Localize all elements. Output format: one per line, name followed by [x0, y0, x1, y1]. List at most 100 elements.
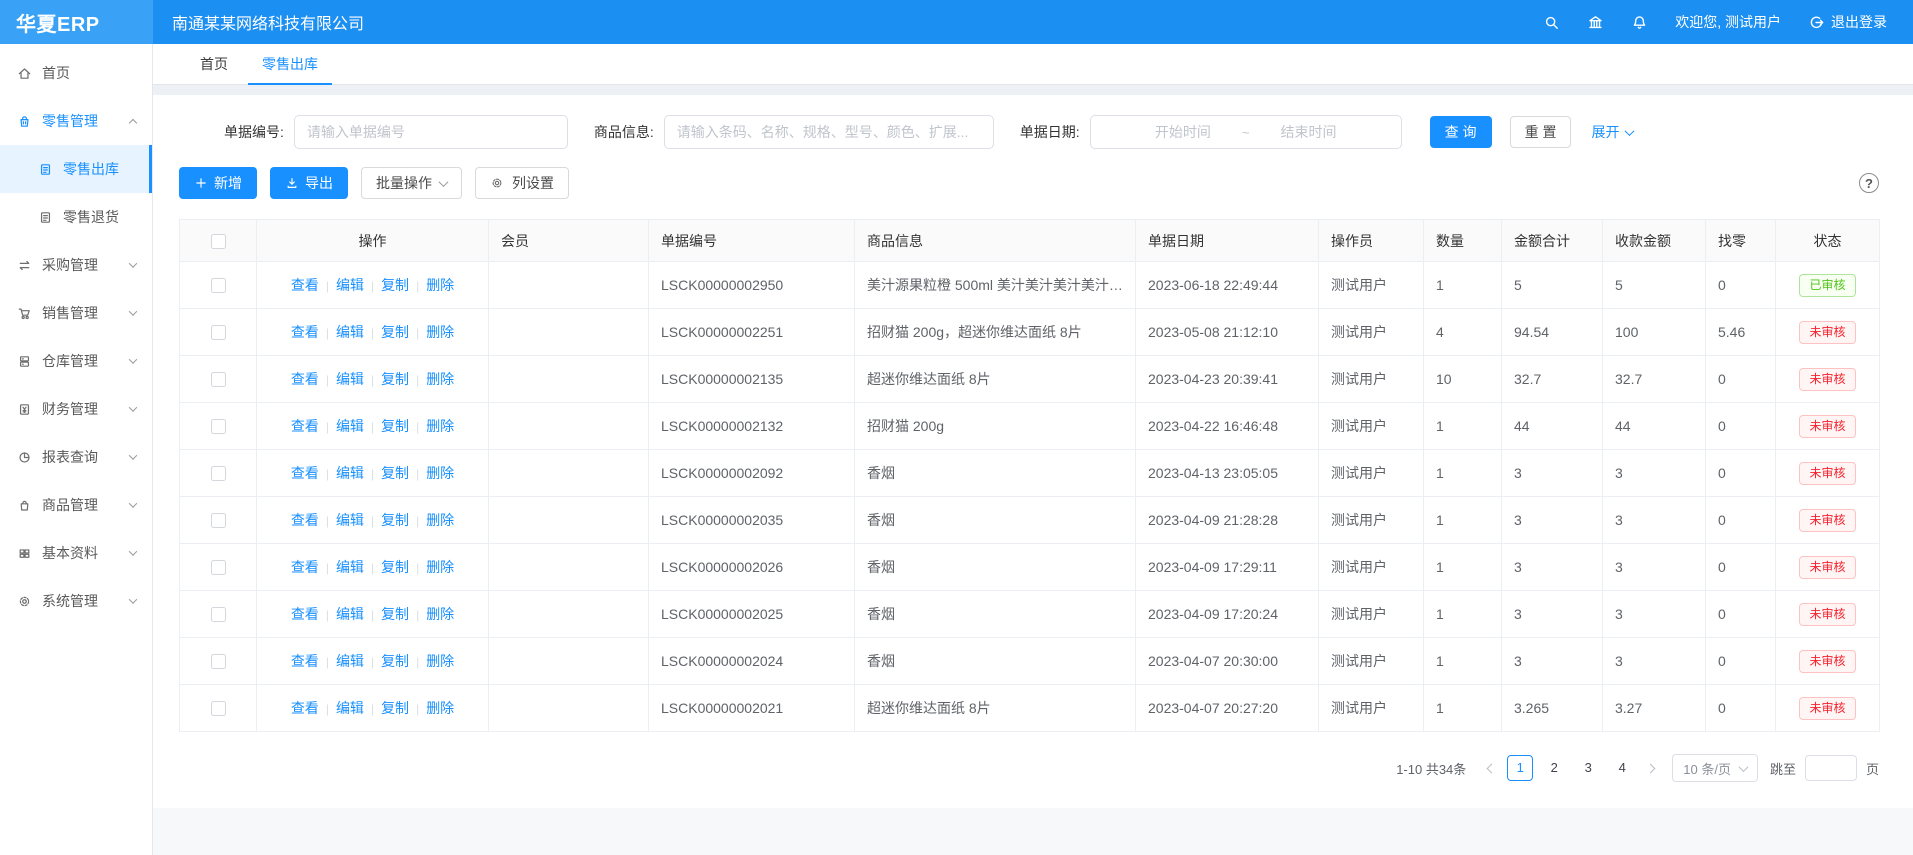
- row-checkbox[interactable]: [211, 701, 226, 716]
- logout-button[interactable]: 退出登录: [1808, 12, 1887, 32]
- reset-button[interactable]: 重 置: [1510, 116, 1572, 148]
- edit-link[interactable]: 编辑: [336, 277, 364, 293]
- delete-link[interactable]: 删除: [426, 606, 454, 622]
- product-info-input[interactable]: [664, 115, 994, 149]
- copy-link[interactable]: 复制: [381, 700, 409, 716]
- delete-link[interactable]: 删除: [426, 371, 454, 387]
- page-size-select[interactable]: 10 条/页: [1672, 754, 1758, 782]
- row-checkbox[interactable]: [211, 607, 226, 622]
- edit-link[interactable]: 编辑: [336, 465, 364, 481]
- view-link[interactable]: 查看: [291, 324, 319, 340]
- view-link[interactable]: 查看: [291, 418, 319, 434]
- page-1-button[interactable]: 1: [1507, 755, 1533, 781]
- delete-link[interactable]: 删除: [426, 418, 454, 434]
- row-checkbox[interactable]: [211, 560, 226, 575]
- sidebar-subitem-1-1[interactable]: 零售退货: [0, 193, 152, 241]
- sidebar-item-4[interactable]: 仓库管理: [0, 337, 152, 385]
- sidebar-item-8[interactable]: 基本资料: [0, 529, 152, 577]
- end-date-input[interactable]: [1249, 124, 1367, 140]
- delete-link[interactable]: 删除: [426, 700, 454, 716]
- page-2-button[interactable]: 2: [1541, 755, 1567, 781]
- view-link[interactable]: 查看: [291, 277, 319, 293]
- jump-page-input[interactable]: [1805, 755, 1857, 781]
- row-checkbox[interactable]: [211, 278, 226, 293]
- sidebar-item-5[interactable]: 财务管理: [0, 385, 152, 433]
- copy-link[interactable]: 复制: [381, 606, 409, 622]
- expand-link[interactable]: 展开: [1591, 122, 1633, 142]
- row-checkbox[interactable]: [211, 513, 226, 528]
- copy-link[interactable]: 复制: [381, 277, 409, 293]
- copy-link[interactable]: 复制: [381, 371, 409, 387]
- bill-no-input[interactable]: [294, 115, 568, 149]
- sidebar-item-0[interactable]: 首页: [0, 49, 152, 97]
- op-separator: |: [416, 279, 419, 293]
- sidebar-item-1[interactable]: 零售管理: [0, 97, 152, 145]
- start-date-input[interactable]: [1124, 124, 1242, 140]
- view-link[interactable]: 查看: [291, 700, 319, 716]
- page-3-button[interactable]: 3: [1575, 755, 1601, 781]
- view-link[interactable]: 查看: [291, 512, 319, 528]
- table-row: 查看|编辑|复制|删除LSCK00000002135超迷你维达面纸 8片2023…: [180, 356, 1880, 403]
- delete-link[interactable]: 删除: [426, 324, 454, 340]
- member-cell: [489, 685, 649, 732]
- product-cell: 香烟: [855, 497, 1136, 544]
- edit-link[interactable]: 编辑: [336, 606, 364, 622]
- view-link[interactable]: 查看: [291, 371, 319, 387]
- sidebar-item-7[interactable]: 商品管理: [0, 481, 152, 529]
- edit-link[interactable]: 编辑: [336, 700, 364, 716]
- edit-link[interactable]: 编辑: [336, 512, 364, 528]
- sidebar-item-9[interactable]: 系统管理: [0, 577, 152, 625]
- col-header-9: 收款金额: [1603, 220, 1706, 262]
- sidebar-item-label: 报表查询: [42, 447, 98, 467]
- row-checkbox[interactable]: [211, 466, 226, 481]
- copy-link[interactable]: 复制: [381, 324, 409, 340]
- delete-link[interactable]: 删除: [426, 465, 454, 481]
- sidebar-item-6[interactable]: 报表查询: [0, 433, 152, 481]
- sidebar-item-2[interactable]: 采购管理: [0, 241, 152, 289]
- sidebar-subitem-1-0[interactable]: 零售出库: [0, 145, 152, 193]
- notifications-bell-icon[interactable]: [1631, 14, 1648, 31]
- sidebar-item-3[interactable]: 销售管理: [0, 289, 152, 337]
- edit-link[interactable]: 编辑: [336, 418, 364, 434]
- view-link[interactable]: 查看: [291, 606, 319, 622]
- view-link[interactable]: 查看: [291, 559, 319, 575]
- bank-icon[interactable]: [1587, 14, 1604, 31]
- delete-link[interactable]: 删除: [426, 559, 454, 575]
- column-settings-button[interactable]: 列设置: [475, 167, 569, 199]
- edit-link[interactable]: 编辑: [336, 653, 364, 669]
- export-button[interactable]: 导出: [270, 167, 348, 199]
- bill-no-cell: LSCK00000002251: [649, 309, 855, 356]
- search-button[interactable]: 查 询: [1430, 116, 1492, 148]
- page-4-button[interactable]: 4: [1609, 755, 1635, 781]
- search-icon[interactable]: [1543, 14, 1560, 31]
- view-link[interactable]: 查看: [291, 653, 319, 669]
- select-all-checkbox[interactable]: [211, 234, 226, 249]
- row-checkbox[interactable]: [211, 419, 226, 434]
- delete-link[interactable]: 删除: [426, 653, 454, 669]
- copy-link[interactable]: 复制: [381, 418, 409, 434]
- delete-link[interactable]: 删除: [426, 277, 454, 293]
- copy-link[interactable]: 复制: [381, 559, 409, 575]
- add-button[interactable]: 新增: [179, 167, 257, 199]
- tab-home[interactable]: 首页: [186, 44, 242, 84]
- edit-link[interactable]: 编辑: [336, 371, 364, 387]
- copy-link[interactable]: 复制: [381, 465, 409, 481]
- row-checkbox[interactable]: [211, 654, 226, 669]
- prev-page-button[interactable]: [1480, 765, 1503, 772]
- next-page-button[interactable]: [1639, 765, 1662, 772]
- edit-link[interactable]: 编辑: [336, 559, 364, 575]
- tab-retail-outbound[interactable]: 零售出库: [248, 44, 332, 84]
- chevron-left-icon: [1487, 763, 1497, 773]
- help-icon[interactable]: ?: [1859, 173, 1879, 193]
- col-header-11: 状态: [1776, 220, 1880, 262]
- member-cell: [489, 450, 649, 497]
- delete-link[interactable]: 删除: [426, 512, 454, 528]
- batch-operations-button[interactable]: 批量操作: [361, 167, 462, 199]
- row-checkbox[interactable]: [211, 325, 226, 340]
- copy-link[interactable]: 复制: [381, 653, 409, 669]
- row-checkbox[interactable]: [211, 372, 226, 387]
- view-link[interactable]: 查看: [291, 465, 319, 481]
- copy-link[interactable]: 复制: [381, 512, 409, 528]
- date-range-picker[interactable]: ~: [1090, 115, 1402, 149]
- edit-link[interactable]: 编辑: [336, 324, 364, 340]
